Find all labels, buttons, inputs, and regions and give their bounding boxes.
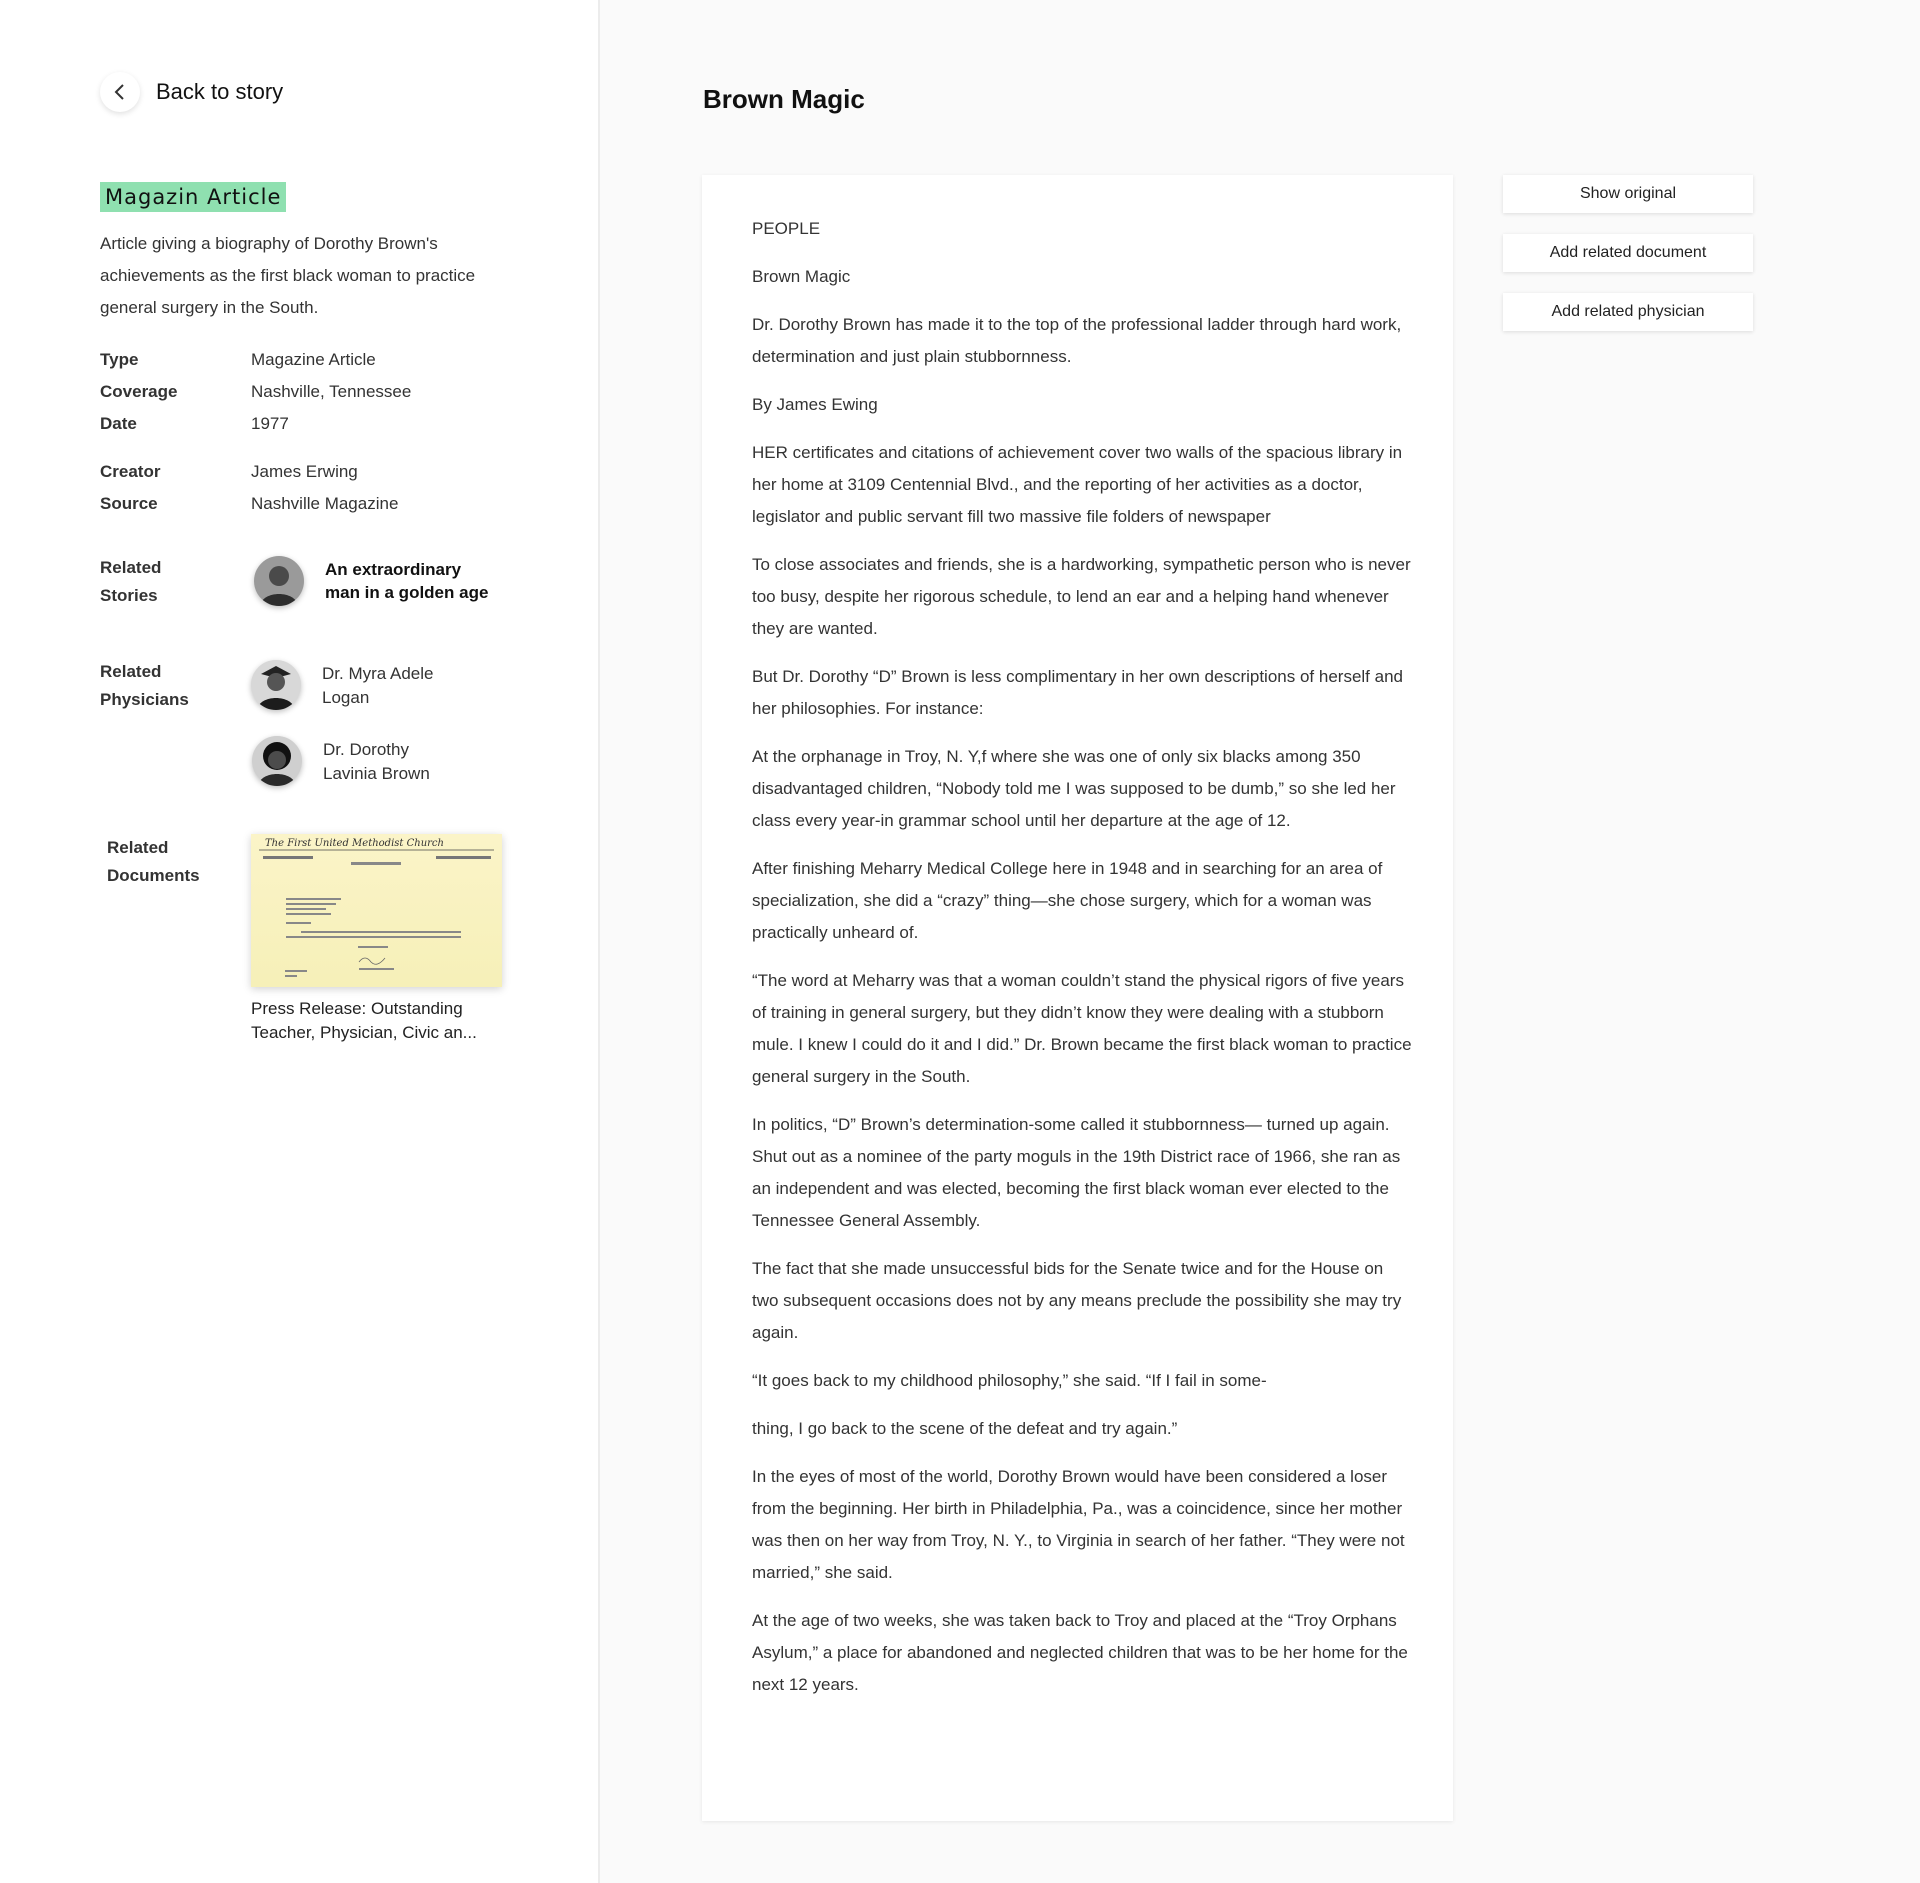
transcript-paragraph: PEOPLE xyxy=(752,219,821,238)
label-line: Related xyxy=(100,558,162,577)
meta-key: Coverage xyxy=(100,382,178,401)
add-related-physician-button[interactable]: Add related physician xyxy=(1503,293,1753,331)
back-label: Back to story xyxy=(156,79,284,104)
meta-row-date: Date 1977 xyxy=(100,408,289,440)
label-line: Related xyxy=(100,662,162,681)
story-title-line: man in a golden age xyxy=(325,583,489,602)
back-to-story-link[interactable]: Back to story xyxy=(100,72,283,112)
caption-line: Teacher, Physician, Civic an... xyxy=(251,1023,477,1042)
sidebar: Back to story Magazin Article Article gi… xyxy=(0,0,600,1883)
story-title-line: An extraordinary xyxy=(325,560,462,579)
meta-key: Type xyxy=(100,350,139,369)
portrait-image xyxy=(251,660,301,710)
related-document-caption[interactable]: Press Release: Outstanding Teacher, Phys… xyxy=(251,997,511,1045)
physician-name-line: Logan xyxy=(322,688,370,707)
meta-value: Magazine Article xyxy=(251,350,376,369)
meta-key: Creator xyxy=(100,462,161,481)
meta-value: James Erwing xyxy=(251,462,358,481)
transcript-paragraph: But Dr. Dorothy “D” Brown is less compli… xyxy=(752,667,1403,718)
add-related-document-button[interactable]: Add related document xyxy=(1503,234,1753,272)
transcript-paragraph: HER certificates and citations of achiev… xyxy=(752,443,1403,526)
meta-value: 1977 xyxy=(251,414,289,433)
meta-value: Nashville, Tennessee xyxy=(251,382,412,401)
meta-key: Date xyxy=(100,414,137,433)
document-description: Article giving a biography of Dorothy Br… xyxy=(100,234,476,317)
transcript-paragraph: In politics, “D” Brown’s determination-s… xyxy=(752,1115,1401,1230)
transcript-panel: PEOPLE Brown Magic Dr. Dorothy Brown has m… xyxy=(702,175,1453,1821)
meta-row-coverage: Coverage Nashville, Tennessee xyxy=(100,376,411,408)
portrait-image xyxy=(252,736,302,786)
transcript-paragraph: Dr. Dorothy Brown has made it to the top… xyxy=(752,315,1402,366)
transcript-paragraph: The fact that she made unsuccessful bids… xyxy=(752,1259,1402,1342)
transcript-paragraph: After finishing Meharry Medical College … xyxy=(752,859,1383,942)
label-line: Stories xyxy=(100,586,158,605)
label-line: Physicians xyxy=(100,690,189,709)
portrait-image xyxy=(254,556,304,606)
physician-name-line: Dr. Dorothy xyxy=(323,740,409,759)
related-physician-link[interactable]: Dr. Myra Adele Logan xyxy=(322,662,482,710)
document-thumbnail-image: The First United Methodist Church xyxy=(251,834,502,987)
chevron-left-icon xyxy=(114,84,124,100)
back-button[interactable] xyxy=(100,72,140,112)
related-story-link[interactable]: An extraordinary man in a golden age xyxy=(325,558,525,604)
meta-row-type: Type Magazine Article xyxy=(100,344,376,376)
document-type-tag: Magazin Article xyxy=(100,182,287,212)
related-physicians-label: Related Physicians xyxy=(100,658,189,714)
transcript-body: PEOPLE Brown Magic Dr. Dorothy Brown has m… xyxy=(752,213,1412,1717)
transcript-paragraph: thing, I go back to the scene of the def… xyxy=(752,1419,1178,1438)
label-line: Documents xyxy=(107,866,200,885)
meta-row-source: Source Nashville Magazine xyxy=(100,488,398,520)
meta-key: Source xyxy=(100,494,158,513)
transcript-paragraph: By James Ewing xyxy=(752,395,878,414)
page-title: Brown Magic xyxy=(703,84,865,114)
related-physician-link[interactable]: Dr. Dorothy Lavinia Brown xyxy=(323,738,483,786)
related-document-thumbnail[interactable]: The First United Methodist Church xyxy=(251,834,502,987)
physician-name-line: Lavinia Brown xyxy=(323,764,430,783)
transcript-paragraph: Brown Magic xyxy=(752,267,851,286)
transcript-paragraph: “The word at Meharry was that a woman co… xyxy=(752,971,1412,1086)
transcript-paragraph: “It goes back to my childhood philosophy… xyxy=(752,1371,1267,1390)
transcript-paragraph: To close associates and friends, she is … xyxy=(752,555,1411,638)
story-avatar[interactable] xyxy=(254,556,304,606)
transcript-paragraph: At the orphanage in Troy, N. Y,f where s… xyxy=(752,747,1396,830)
physician-name-line: Dr. Myra Adele xyxy=(322,664,434,683)
physician-avatar[interactable] xyxy=(252,736,302,786)
physician-avatar[interactable] xyxy=(251,660,301,710)
meta-value: Nashville Magazine xyxy=(251,494,399,513)
caption-line: Press Release: Outstanding xyxy=(251,999,463,1018)
letterhead-text: The First United Methodist Church xyxy=(265,838,444,849)
related-documents-label: Related Documents xyxy=(107,834,200,890)
related-stories-label: Related Stories xyxy=(100,554,161,610)
meta-row-creator: Creator James Erwing xyxy=(100,456,358,488)
transcript-paragraph: At the age of two weeks, she was taken b… xyxy=(752,1611,1408,1694)
transcript-paragraph: In the eyes of most of the world, Doroth… xyxy=(752,1467,1405,1582)
show-original-button[interactable]: Show original xyxy=(1503,175,1753,213)
label-line: Related xyxy=(107,838,169,857)
